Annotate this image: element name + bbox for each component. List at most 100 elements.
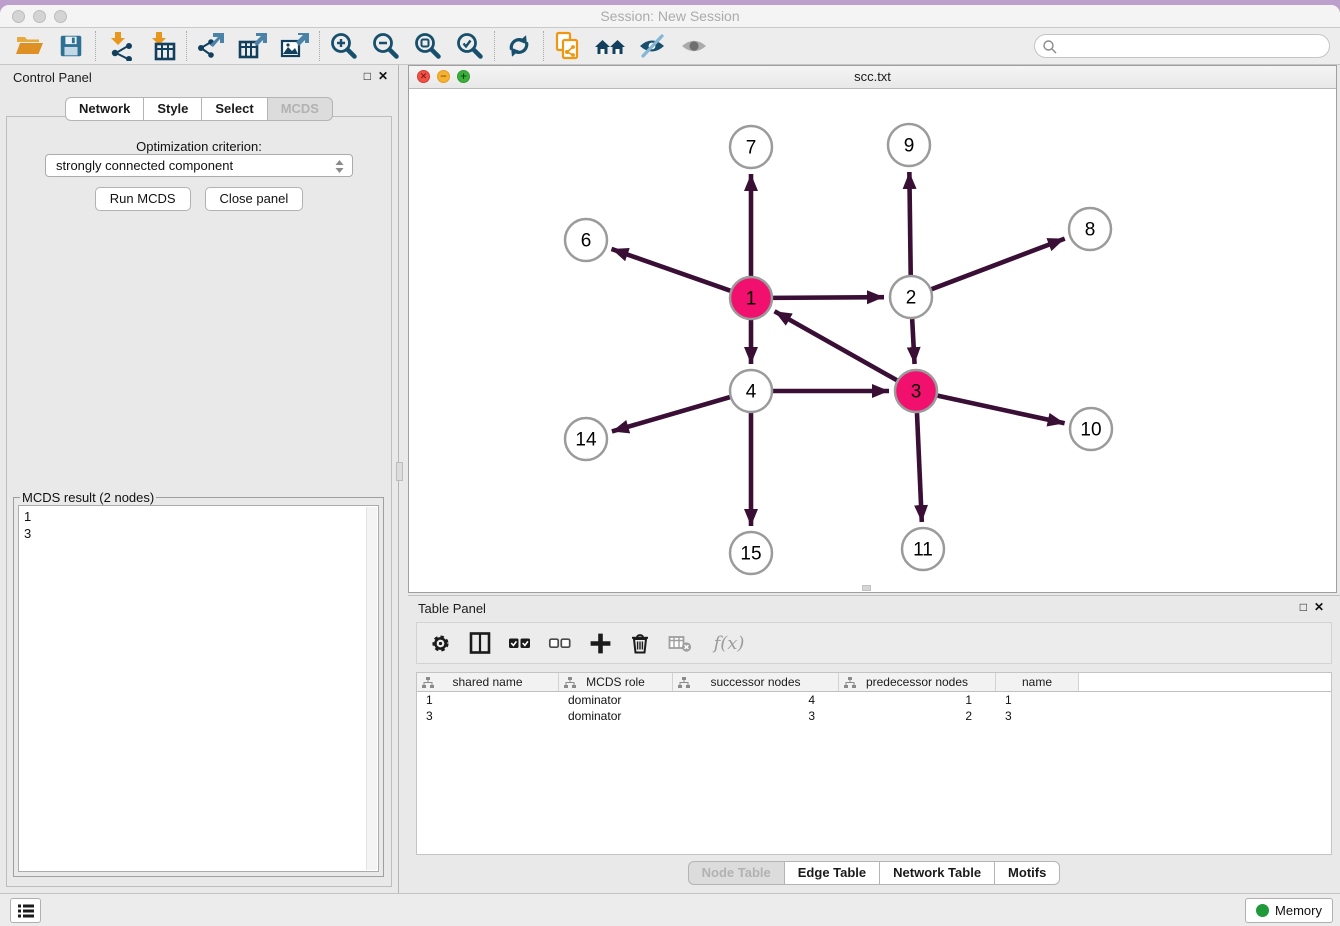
tab-select[interactable]: Select — [202, 97, 267, 121]
first-neighbors-button[interactable] — [589, 30, 631, 62]
mcds-result-text: 1 3 — [19, 506, 378, 544]
node-label-11: 11 — [913, 540, 933, 561]
tab-network[interactable]: Network — [65, 97, 144, 121]
add-column-button[interactable] — [587, 630, 613, 656]
edge-2-8[interactable] — [932, 239, 1065, 290]
table-row[interactable]: 1dominator411 — [417, 692, 1331, 708]
table-tab-network-table[interactable]: Network Table — [880, 861, 995, 885]
network-canvas[interactable]: 7 9 6 8 1 2 4 3 14 10 15 11 — [409, 89, 1336, 592]
edge-3-11[interactable] — [917, 413, 922, 522]
panel-splitter-handle[interactable] — [396, 462, 403, 481]
node-2[interactable]: 2 — [890, 276, 932, 318]
import-table-button[interactable] — [141, 30, 183, 62]
export-table-button[interactable] — [232, 30, 274, 62]
cell-MCDS-role: dominator — [559, 693, 673, 707]
memory-button[interactable]: Memory — [1245, 898, 1333, 923]
refresh-button[interactable] — [498, 30, 540, 62]
open-file-button[interactable] — [8, 30, 50, 62]
zoom-in-button[interactable] — [323, 30, 365, 62]
node-7[interactable]: 7 — [730, 126, 772, 168]
first-neighbors-icon — [594, 31, 626, 61]
edge-1-6[interactable] — [611, 249, 730, 291]
result-scrollbar[interactable] — [366, 507, 377, 870]
node-label-9: 9 — [904, 136, 915, 157]
zoom-selected-button[interactable] — [449, 30, 491, 62]
column-header-successor-nodes[interactable]: successor nodes — [673, 673, 839, 691]
table-settings-button[interactable] — [427, 630, 453, 656]
node-1[interactable]: 1 — [730, 277, 772, 319]
delete-column-button[interactable] — [627, 630, 653, 656]
delete-table-button[interactable] — [667, 630, 693, 656]
node-8[interactable]: 8 — [1069, 208, 1111, 250]
node-label-1: 1 — [746, 289, 757, 310]
table-tabs: Node TableEdge TableNetwork TableMotifs — [408, 861, 1340, 885]
column-header-MCDS-role[interactable]: MCDS role — [559, 673, 673, 691]
control-panel-title: Control Panel — [13, 70, 92, 85]
task-history-button[interactable] — [10, 898, 41, 923]
optimization-label: Optimization criterion: — [7, 139, 391, 154]
column-header-predecessor-nodes[interactable]: predecessor nodes — [839, 673, 996, 691]
edge-2-9[interactable] — [909, 172, 910, 275]
save-session-button[interactable] — [50, 30, 92, 62]
cell-MCDS-role: dominator — [559, 709, 673, 723]
view-resize-handle[interactable] — [862, 585, 871, 591]
edge-3-1[interactable] — [775, 311, 897, 380]
float-table-panel-icon[interactable]: □ — [1300, 600, 1307, 614]
column-header-shared-name[interactable]: shared name — [417, 673, 559, 691]
network-window-titlebar: ✕ − + scc.txt — [409, 66, 1336, 89]
cell-shared-name: 1 — [417, 693, 559, 707]
show-all-button[interactable] — [673, 30, 715, 62]
cell-shared-name: 3 — [417, 709, 559, 723]
node-6[interactable]: 6 — [565, 219, 607, 261]
task-list-icon — [17, 903, 35, 919]
search-icon — [1042, 39, 1058, 55]
zoom-fit-button[interactable] — [407, 30, 449, 62]
edge-2-3[interactable] — [912, 319, 914, 364]
node-14[interactable]: 14 — [565, 418, 607, 460]
tab-style[interactable]: Style — [144, 97, 202, 121]
zoom-fit-icon — [413, 31, 443, 61]
select-all-button[interactable] — [507, 630, 533, 656]
node-table: shared nameMCDS rolesuccessor nodesprede… — [416, 672, 1332, 855]
network-view-window: ✕ − + scc.txt 7 9 6 8 1 2 4 3 14 10 15 11 — [408, 65, 1337, 593]
edge-1-2[interactable] — [773, 297, 884, 298]
close-table-panel-icon[interactable]: ✕ — [1314, 600, 1324, 614]
node-3[interactable]: 3 — [895, 370, 937, 412]
toggle-panel-button[interactable] — [467, 630, 493, 656]
search-input[interactable] — [1061, 36, 1321, 56]
fx-icon: f(x) — [714, 633, 745, 654]
float-panel-icon[interactable]: □ — [364, 69, 371, 83]
node-10[interactable]: 10 — [1070, 408, 1112, 450]
edge-3-10[interactable] — [937, 396, 1064, 424]
node-15[interactable]: 15 — [730, 532, 772, 574]
export-image-button[interactable] — [274, 30, 316, 62]
import-table-icon — [147, 31, 177, 61]
hide-selected-button[interactable] — [631, 30, 673, 62]
zoom-out-button[interactable] — [365, 30, 407, 62]
mcds-result-title: MCDS result (2 nodes) — [20, 490, 156, 505]
select-all-icon — [508, 631, 532, 655]
export-network-button[interactable] — [190, 30, 232, 62]
table-tab-edge-table[interactable]: Edge Table — [785, 861, 880, 885]
node-9[interactable]: 9 — [888, 124, 930, 166]
run-mcds-button[interactable]: Run MCDS — [95, 187, 191, 211]
node-label-2: 2 — [906, 288, 917, 309]
deselect-all-button[interactable] — [547, 630, 573, 656]
close-panel-icon[interactable]: ✕ — [378, 69, 388, 83]
table-panel-title: Table Panel — [418, 601, 486, 616]
tab-mcds[interactable]: MCDS — [268, 97, 333, 121]
node-4[interactable]: 4 — [730, 370, 772, 412]
table-tab-motifs[interactable]: Motifs — [995, 861, 1060, 885]
table-tab-node-table[interactable]: Node Table — [688, 861, 785, 885]
function-builder-button[interactable]: f(x) — [707, 630, 751, 656]
column-tree-icon — [564, 677, 576, 689]
close-panel-button[interactable]: Close panel — [205, 187, 304, 211]
column-header-name[interactable]: name — [996, 673, 1079, 691]
cell-predecessor-nodes: 2 — [839, 709, 996, 723]
node-11[interactable]: 11 — [902, 528, 944, 570]
table-row[interactable]: 3dominator323 — [417, 708, 1331, 724]
copy-network-button[interactable] — [547, 30, 589, 62]
criterion-select[interactable]: strongly connected component — [45, 154, 353, 177]
import-network-button[interactable] — [99, 30, 141, 62]
edge-4-14[interactable] — [612, 397, 730, 431]
